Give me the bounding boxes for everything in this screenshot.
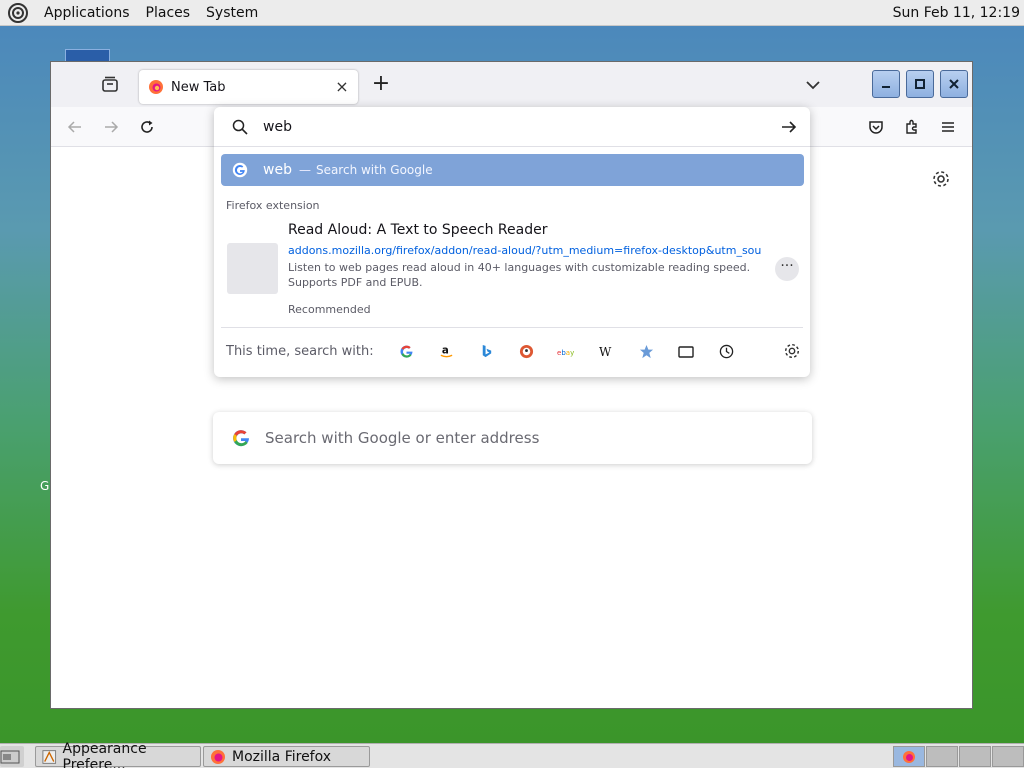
- result-action: Search with Google: [315, 163, 433, 177]
- search-placeholder: Search with Google or enter address: [265, 429, 540, 447]
- forward-arrow-icon[interactable]: [101, 117, 121, 137]
- appearance-app-icon: [42, 749, 57, 764]
- extension-more-options-button[interactable]: ···: [775, 257, 799, 281]
- engine-duckduckgo-icon[interactable]: [506, 340, 546, 364]
- firefox-workspace-icon: [903, 751, 915, 763]
- extension-group-label: Firefox extension: [226, 199, 320, 212]
- task-appearance-preferences[interactable]: Appearance Prefere...: [35, 741, 201, 768]
- show-desktop-button[interactable]: [0, 746, 24, 767]
- minimize-icon: [882, 86, 890, 88]
- go-arrow-icon[interactable]: [780, 118, 798, 136]
- workspace-3[interactable]: [959, 746, 991, 767]
- extension-description: Listen to web pages read aloud in 40+ la…: [288, 261, 751, 289]
- engine-history-clock-icon[interactable]: [706, 340, 746, 364]
- engine-google-icon[interactable]: [386, 340, 426, 364]
- tab-bar: New Tab × +: [51, 62, 972, 107]
- firefox-window: New Tab × + Search with Google or enter …: [50, 61, 973, 709]
- tab-title: New Tab: [171, 79, 226, 95]
- urlbar-typed-text[interactable]: web: [263, 119, 292, 135]
- maximize-button[interactable]: [906, 70, 934, 98]
- svg-text:W: W: [599, 345, 612, 359]
- search-icon: [232, 119, 248, 135]
- bottom-taskbar: Appearance Prefere... Mozilla Firefox: [0, 741, 1024, 768]
- pocket-icon[interactable]: [866, 117, 886, 137]
- firefox-favicon-icon: [149, 80, 163, 94]
- reload-icon[interactable]: [137, 117, 157, 137]
- engine-tabs-icon[interactable]: [666, 340, 706, 364]
- svg-text:ebay: ebay: [557, 349, 574, 357]
- extension-thumbnail: [227, 243, 278, 294]
- google-icon: [233, 430, 249, 447]
- hamburger-menu-icon[interactable]: [938, 117, 958, 137]
- firefox-view-icon[interactable]: [99, 74, 121, 96]
- maximize-icon: [915, 79, 925, 89]
- workspace-2[interactable]: [926, 746, 958, 767]
- desktop-label-fragment: G: [40, 479, 50, 493]
- extension-title[interactable]: Read Aloud: A Text to Speech Reader: [288, 222, 547, 238]
- top-panel: Applications Places System Sun Feb 11, 1…: [0, 0, 1024, 26]
- tab-close-icon[interactable]: ×: [334, 79, 350, 95]
- newtab-settings-gear-icon[interactable]: [931, 169, 951, 189]
- one-off-label: This time, search with:: [226, 344, 374, 359]
- panel-clock[interactable]: Sun Feb 11, 12:19: [893, 5, 1020, 21]
- task-mozilla-firefox[interactable]: Mozilla Firefox: [203, 746, 370, 767]
- newtab-search-box[interactable]: Search with Google or enter address: [213, 412, 812, 464]
- close-window-button[interactable]: [940, 70, 968, 98]
- result-separator: —: [298, 163, 311, 177]
- minimize-button[interactable]: [872, 70, 900, 98]
- one-off-search-bar: This time, search with: a ebay W: [221, 327, 803, 375]
- extension-recommended-tag: Recommended: [288, 303, 371, 316]
- close-icon: [949, 79, 959, 89]
- distro-logo-icon[interactable]: [8, 2, 28, 23]
- workspace-4[interactable]: [992, 746, 1024, 767]
- engine-wikipedia-icon[interactable]: W: [586, 340, 626, 364]
- engine-bookmarks-star-icon[interactable]: [626, 340, 666, 364]
- result-query: web: [263, 162, 292, 178]
- urlbar-dropdown: web web — Search with Google Firefox ext…: [214, 107, 810, 377]
- extensions-puzzle-icon[interactable]: [902, 117, 922, 137]
- google-icon: [232, 162, 248, 178]
- search-settings-gear-icon[interactable]: [783, 342, 801, 360]
- task-label: Mozilla Firefox: [232, 748, 332, 765]
- list-all-tabs-chevron-icon[interactable]: [803, 75, 823, 95]
- engine-amazon-icon[interactable]: a: [426, 340, 466, 364]
- task-label: Appearance Prefere...: [62, 740, 147, 768]
- firefox-app-icon: [211, 749, 225, 764]
- back-arrow-icon[interactable]: [65, 117, 85, 137]
- menu-applications[interactable]: Applications: [36, 5, 138, 21]
- menu-places[interactable]: Places: [138, 5, 199, 21]
- engine-ebay-icon[interactable]: ebay: [546, 340, 586, 364]
- show-desktop-icon: [0, 750, 20, 763]
- menu-system[interactable]: System: [198, 5, 266, 21]
- tab-new-tab[interactable]: New Tab ×: [139, 70, 358, 104]
- workspace-1[interactable]: [893, 746, 925, 767]
- extension-url[interactable]: addons.mozilla.org/firefox/addon/read-al…: [288, 244, 761, 257]
- new-tab-plus-icon[interactable]: +: [371, 73, 391, 95]
- svg-text:a: a: [441, 344, 448, 356]
- urlbar-input[interactable]: web: [214, 107, 810, 147]
- search-with-google-result[interactable]: web — Search with Google: [221, 154, 804, 186]
- engine-bing-icon[interactable]: [466, 340, 506, 364]
